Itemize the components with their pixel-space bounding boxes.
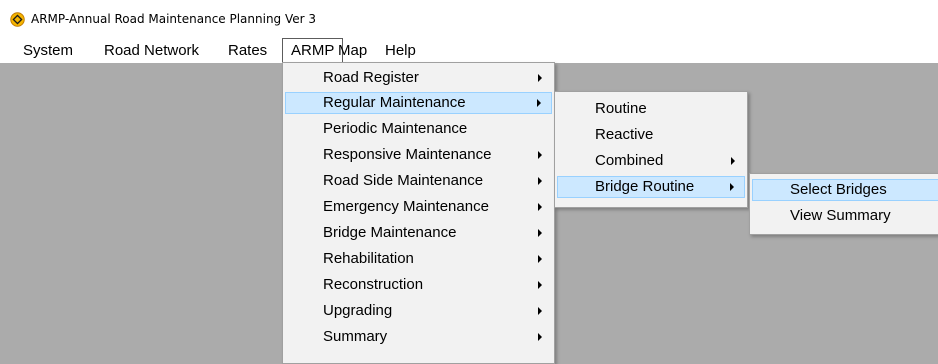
menu-item-periodic-maintenance[interactable]: Periodic Maintenance bbox=[285, 118, 552, 140]
menu-item-label: Bridge Routine bbox=[595, 178, 695, 195]
submenu-arrow-icon bbox=[538, 307, 542, 315]
menu-item-bridge-maintenance[interactable]: Bridge Maintenance bbox=[285, 222, 552, 244]
bridge-routine-submenu: Select Bridges View Summary bbox=[749, 173, 938, 235]
menu-item-upgrading[interactable]: Upgrading bbox=[285, 300, 552, 322]
menu-item-label: Routine bbox=[595, 100, 647, 117]
menu-item-label: View Summary bbox=[790, 207, 891, 224]
submenu-arrow-icon bbox=[731, 157, 735, 165]
submenu-arrow-icon bbox=[538, 74, 542, 82]
menu-bar: System Road Network Rates ARMP Map Help bbox=[0, 38, 938, 63]
submenu-arrow-icon bbox=[538, 255, 542, 263]
menu-item-road-register[interactable]: Road Register bbox=[285, 67, 552, 89]
menu-item-label: Reconstruction bbox=[323, 276, 424, 293]
regular-maintenance-submenu: Routine Reactive Combined Bridge Routine bbox=[554, 91, 748, 208]
menu-item-label: Reactive bbox=[595, 126, 654, 143]
menu-item-regular-maintenance[interactable]: Regular Maintenance bbox=[285, 92, 552, 114]
menu-item-emergency-maintenance[interactable]: Emergency Maintenance bbox=[285, 196, 552, 218]
menu-item-label: Rehabilitation bbox=[323, 250, 414, 267]
submenu-arrow-icon bbox=[538, 229, 542, 237]
menu-item-road-side-maintenance[interactable]: Road Side Maintenance bbox=[285, 170, 552, 192]
road-sign-icon bbox=[10, 12, 25, 27]
menu-item-routine[interactable]: Routine bbox=[557, 98, 745, 120]
menu-item-bridge-routine[interactable]: Bridge Routine bbox=[557, 176, 745, 198]
menu-item-label: Periodic Maintenance bbox=[323, 120, 468, 137]
menu-help[interactable]: Help bbox=[377, 38, 424, 63]
menu-item-label: Combined bbox=[595, 152, 664, 169]
menu-item-label: Upgrading bbox=[323, 302, 393, 319]
submenu-arrow-icon bbox=[730, 183, 734, 191]
title-bar: ARMP-Annual Road Maintenance Planning Ve… bbox=[0, 0, 938, 38]
submenu-arrow-icon bbox=[538, 281, 542, 289]
menu-item-summary[interactable]: Summary bbox=[285, 326, 552, 348]
menu-item-label: Road Register bbox=[323, 69, 419, 86]
menu-item-reactive[interactable]: Reactive bbox=[557, 124, 745, 146]
menu-item-combined[interactable]: Combined bbox=[557, 150, 745, 172]
submenu-arrow-icon bbox=[537, 99, 541, 107]
menu-item-label: Select Bridges bbox=[790, 181, 887, 198]
menu-system[interactable]: System bbox=[15, 38, 81, 63]
menu-item-label: Bridge Maintenance bbox=[323, 224, 457, 241]
submenu-arrow-icon bbox=[538, 177, 542, 185]
menu-map[interactable]: Map bbox=[330, 38, 375, 63]
armp-menu: Road Register Regular Maintenance Period… bbox=[282, 62, 555, 364]
menu-item-select-bridges[interactable]: Select Bridges bbox=[752, 179, 938, 201]
menu-road-network[interactable]: Road Network bbox=[96, 38, 207, 63]
menu-item-label: Regular Maintenance bbox=[323, 94, 466, 111]
submenu-arrow-icon bbox=[538, 333, 542, 341]
submenu-arrow-icon bbox=[538, 203, 542, 211]
menu-item-label: Emergency Maintenance bbox=[323, 198, 489, 215]
window-title: ARMP-Annual Road Maintenance Planning Ve… bbox=[31, 12, 317, 26]
submenu-arrow-icon bbox=[538, 151, 542, 159]
menu-item-reconstruction[interactable]: Reconstruction bbox=[285, 274, 552, 296]
menu-item-label: Road Side Maintenance bbox=[323, 172, 484, 189]
menu-item-rehabilitation[interactable]: Rehabilitation bbox=[285, 248, 552, 270]
menu-item-responsive-maintenance[interactable]: Responsive Maintenance bbox=[285, 144, 552, 166]
menu-item-label: Responsive Maintenance bbox=[323, 146, 492, 163]
menu-rates[interactable]: Rates bbox=[220, 38, 275, 63]
menu-item-label: Summary bbox=[323, 328, 388, 345]
menu-item-view-summary[interactable]: View Summary bbox=[752, 205, 938, 227]
